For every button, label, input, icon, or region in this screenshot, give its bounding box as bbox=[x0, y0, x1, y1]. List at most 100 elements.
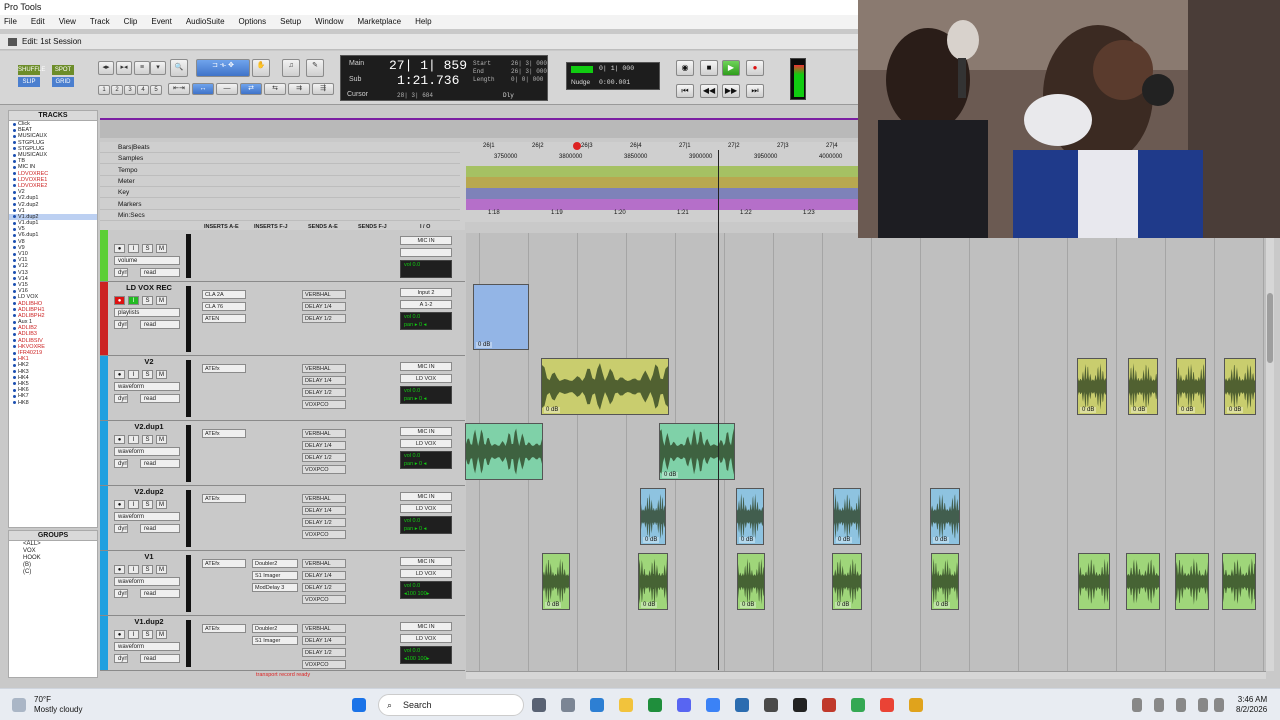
output-selector[interactable]: LD VOX bbox=[400, 634, 452, 643]
send-slot[interactable]: VOXPCO bbox=[302, 465, 346, 474]
pan-value[interactable]: ◂100 100▸ bbox=[404, 655, 451, 663]
input-monitor-button[interactable]: I bbox=[128, 435, 139, 444]
track-view-selector[interactable]: waveform bbox=[114, 382, 180, 391]
tray-chevron-icon[interactable] bbox=[1132, 698, 1142, 712]
track-name[interactable]: V1.dup2 bbox=[114, 617, 184, 627]
pencil-tool-icon[interactable]: ✎ bbox=[306, 59, 324, 77]
volume-pan-display[interactable]: vol 0.0 pan ▸ 0 ◂ bbox=[400, 451, 452, 469]
audio-clip[interactable] bbox=[1078, 553, 1110, 610]
tempo-band[interactable] bbox=[466, 166, 858, 177]
audio-clip[interactable]: 0 dB bbox=[1077, 358, 1107, 415]
track-visible-dot-icon[interactable] bbox=[13, 165, 16, 169]
track-visible-dot-icon[interactable] bbox=[13, 295, 16, 299]
app-icon-1[interactable] bbox=[590, 698, 604, 712]
track-visible-dot-icon[interactable] bbox=[13, 376, 16, 380]
chrome-icon[interactable] bbox=[851, 698, 865, 712]
send-slot[interactable]: VOXPCO bbox=[302, 530, 346, 539]
insert-slot[interactable]: ATEN bbox=[202, 314, 246, 323]
send-slot[interactable]: VERBHAL bbox=[302, 364, 346, 373]
pan-value[interactable]: pan ▸ 0 ◂ bbox=[404, 460, 451, 468]
audio-clip[interactable]: 0 dB bbox=[832, 553, 862, 610]
output-selector[interactable]: LD VOX bbox=[400, 504, 452, 513]
insert-slot[interactable]: Doubler2 bbox=[252, 624, 298, 633]
send-slot[interactable]: VOXPCO bbox=[302, 660, 346, 669]
ruler-min-secs[interactable]: Min:Secs bbox=[100, 210, 460, 221]
track-visible-dot-icon[interactable] bbox=[13, 320, 16, 324]
output-selector[interactable]: LD VOX bbox=[400, 569, 452, 578]
volume-value[interactable]: vol 0.0 bbox=[404, 261, 451, 269]
app-icon-5[interactable] bbox=[822, 698, 836, 712]
automation-mode-selector[interactable]: read bbox=[140, 394, 180, 403]
send-slot[interactable]: VOXPCO bbox=[302, 400, 346, 409]
track-list-item[interactable]: HK8 bbox=[9, 399, 97, 406]
solo-button[interactable]: S bbox=[142, 296, 153, 305]
edit-tool-c-icon[interactable]: — bbox=[216, 83, 238, 95]
mute-button[interactable]: M bbox=[156, 244, 167, 253]
audio-clip[interactable] bbox=[1175, 553, 1209, 610]
track-visible-dot-icon[interactable] bbox=[13, 258, 16, 262]
ruler-samples[interactable]: Samples bbox=[100, 153, 460, 164]
zoom-preset-1[interactable]: 1 bbox=[98, 85, 110, 95]
track-header[interactable]: V1.dup2 ● I S Mwaveform dyn read ATEfx Doubler2 S… bbox=[100, 616, 465, 671]
group-item[interactable]: VOX bbox=[9, 548, 97, 555]
scrubber-speaker-icon[interactable]: ♫ bbox=[282, 59, 300, 77]
track-visible-dot-icon[interactable] bbox=[13, 178, 16, 182]
audio-clip[interactable]: 0 dB bbox=[1224, 358, 1256, 415]
track-visible-dot-icon[interactable] bbox=[13, 394, 16, 398]
zoom-midi-icon[interactable]: ▾ bbox=[150, 61, 166, 75]
track-visible-dot-icon[interactable] bbox=[13, 233, 16, 237]
vertical-scroll-thumb[interactable] bbox=[1267, 293, 1273, 363]
insert-slot[interactable]: CLA 76 bbox=[202, 302, 246, 311]
track-visible-dot-icon[interactable] bbox=[13, 134, 16, 138]
send-slot[interactable]: DELAY 1/2 bbox=[302, 648, 346, 657]
playhead-marker[interactable] bbox=[573, 142, 581, 150]
track-visible-dot-icon[interactable] bbox=[13, 196, 16, 200]
tray-icon-2[interactable] bbox=[1176, 698, 1186, 712]
group-item[interactable]: (B) bbox=[9, 562, 97, 569]
vertical-scrollbar[interactable] bbox=[1266, 233, 1274, 671]
mute-button[interactable]: M bbox=[156, 296, 167, 305]
track-view-selector[interactable]: playlists bbox=[114, 308, 180, 317]
track-visible-dot-icon[interactable] bbox=[13, 370, 16, 374]
audio-clip[interactable]: 0 dB bbox=[1128, 358, 1158, 415]
play-button-icon[interactable]: ▶ bbox=[722, 60, 740, 76]
audio-clip[interactable] bbox=[465, 423, 543, 480]
ruler-bars-beats[interactable]: Bars|Beats bbox=[100, 142, 460, 153]
insert-slot[interactable]: Doubler2 bbox=[252, 559, 298, 568]
track-name[interactable]: V1 bbox=[114, 552, 184, 562]
track-visible-dot-icon[interactable] bbox=[13, 351, 16, 355]
volume-value[interactable]: vol 0.0 bbox=[404, 452, 451, 460]
volume-value[interactable]: vol 0.0 bbox=[404, 647, 451, 655]
edit-tool-a-icon[interactable]: ⇤⇥ bbox=[168, 83, 190, 95]
delay-compensation-label[interactable]: Dly bbox=[503, 92, 514, 99]
ruler-markers[interactable]: Markers bbox=[100, 199, 460, 210]
send-slot[interactable]: VERBHAL bbox=[302, 290, 346, 299]
input-selector[interactable]: MIC IN bbox=[400, 236, 452, 245]
input-selector[interactable]: MIC IN bbox=[400, 492, 452, 501]
weather-icon[interactable] bbox=[12, 698, 26, 712]
track-visible-dot-icon[interactable] bbox=[13, 246, 16, 250]
track-visible-dot-icon[interactable] bbox=[13, 302, 16, 306]
zoom-in-horizontal-icon[interactable]: ▸◂ bbox=[116, 61, 132, 75]
marker-band[interactable] bbox=[466, 199, 858, 210]
track-visible-dot-icon[interactable] bbox=[13, 221, 16, 225]
solo-button[interactable]: S bbox=[142, 565, 153, 574]
zoom-preset-2[interactable]: 2 bbox=[111, 85, 123, 95]
volume-value[interactable]: vol 0.0 bbox=[404, 313, 451, 321]
app-icon-3[interactable] bbox=[706, 698, 720, 712]
track-visible-dot-icon[interactable] bbox=[13, 240, 16, 244]
volume-value[interactable]: vol 0.0 bbox=[404, 387, 451, 395]
audio-clip[interactable]: 0 dB bbox=[542, 553, 570, 610]
insert-slot[interactable]: ATEfx bbox=[202, 559, 246, 568]
grabber-hand-icon[interactable]: ✋ bbox=[252, 59, 270, 77]
session-overview[interactable] bbox=[100, 118, 858, 138]
spot-mode-button[interactable]: SPOT bbox=[52, 65, 74, 75]
pan-value[interactable]: pan ▸ 0 ◂ bbox=[404, 321, 451, 329]
input-monitor-button[interactable]: I bbox=[128, 370, 139, 379]
task-view-icon[interactable] bbox=[532, 698, 546, 712]
menu-clip[interactable]: Clip bbox=[124, 15, 138, 29]
grid-nudge-display[interactable]: 0| 1| 000 Nudge 0:00.001 bbox=[566, 62, 660, 90]
solo-button[interactable]: S bbox=[142, 370, 153, 379]
track-visible-dot-icon[interactable] bbox=[13, 215, 16, 219]
chrome-icon-2[interactable] bbox=[880, 698, 894, 712]
